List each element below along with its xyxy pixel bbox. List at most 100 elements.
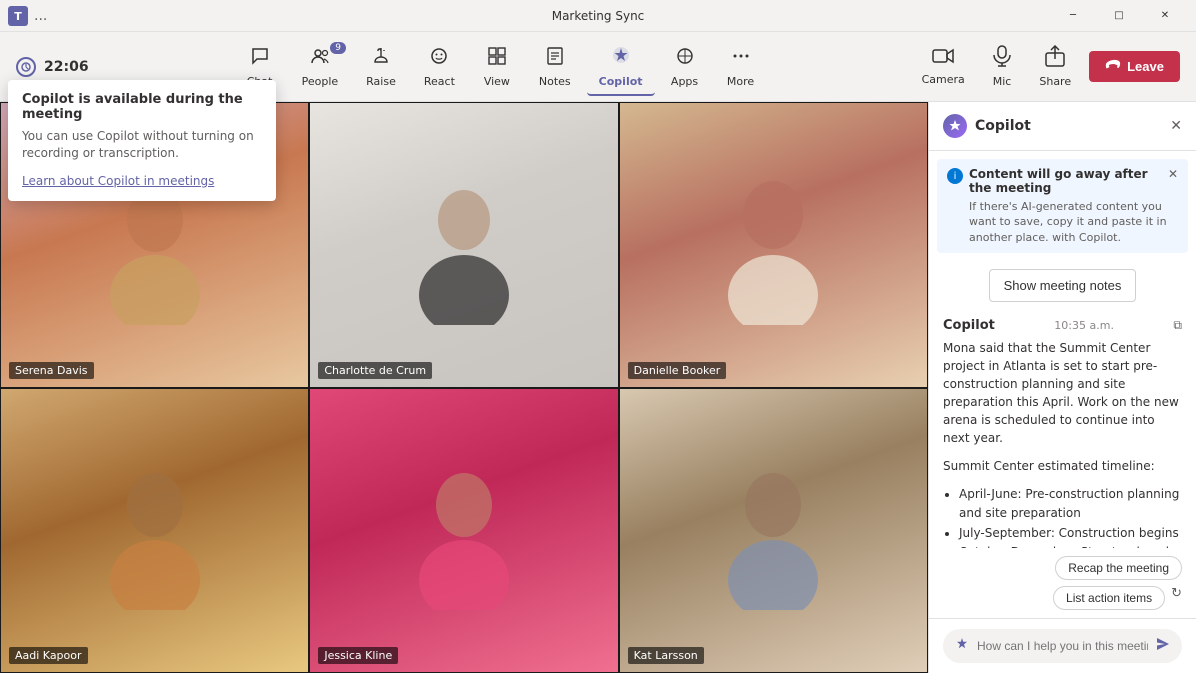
copilot-tooltip-text: You can use Copilot without turning on r…: [22, 128, 262, 162]
chat-icon: [250, 46, 270, 71]
message-text-2: Summit Center estimated timeline:: [943, 457, 1182, 475]
chat-input-wrapper: [943, 629, 1182, 663]
camera-icon: [932, 47, 954, 69]
video-cell-charlotte: Charlotte de Crum: [309, 102, 618, 388]
message-header: Copilot 10:35 a.m. ⧉: [943, 318, 1182, 333]
people-button[interactable]: People 9: [290, 40, 351, 94]
toolbar-right: Camera Mic Share Leave: [912, 39, 1180, 94]
title-bar: T ... Marketing Sync ─ □ ✕: [0, 0, 1196, 32]
message-time: 10:35 a.m.: [1054, 319, 1114, 332]
people-badge: 9: [330, 42, 346, 54]
react-button[interactable]: React: [412, 40, 467, 94]
raise-icon: [371, 46, 391, 71]
maximize-button[interactable]: □: [1096, 0, 1142, 32]
more-button[interactable]: More: [715, 40, 767, 94]
view-button[interactable]: View: [471, 40, 523, 94]
participant-name-kat: Kat Larsson: [628, 647, 704, 664]
close-button[interactable]: ✕: [1142, 0, 1188, 32]
leave-phone-icon: [1105, 59, 1121, 74]
participant-name-serena: Serena Davis: [9, 362, 94, 379]
list-action-items-button[interactable]: List action items: [1053, 586, 1165, 610]
info-banner-header: i Content will go away after the meeting…: [947, 167, 1178, 195]
participant-name-charlotte: Charlotte de Crum: [318, 362, 432, 379]
apps-button[interactable]: Apps: [659, 40, 711, 94]
copilot-label: Copilot: [599, 75, 643, 88]
main-content: Serena Davis Charlotte de Crum Danielle …: [0, 102, 1196, 673]
copilot-button[interactable]: Copilot: [587, 38, 655, 96]
people-label: People: [302, 75, 339, 88]
copilot-input-icon: [955, 637, 969, 655]
toolbar-left: 22:06: [16, 57, 89, 77]
raise-label: Raise: [366, 75, 396, 88]
chat-messages: Copilot 10:35 a.m. ⧉ Mona said that the …: [929, 310, 1196, 548]
copy-button[interactable]: ⧉: [1173, 318, 1182, 333]
send-button[interactable]: [1156, 637, 1170, 655]
recap-meeting-button[interactable]: Recap the meeting: [1055, 556, 1182, 580]
show-meeting-notes-button[interactable]: Show meeting notes: [989, 269, 1137, 302]
copilot-panel-header: Copilot ✕: [929, 102, 1196, 151]
refresh-suggestions-button[interactable]: ↻: [1171, 586, 1182, 610]
mic-label: Mic: [993, 75, 1012, 88]
view-icon: [487, 46, 507, 71]
suggested-actions: Recap the meeting List action items ↻: [929, 548, 1196, 618]
notes-button[interactable]: Notes: [527, 40, 583, 94]
more-label: More: [727, 75, 754, 88]
meeting-title: Marketing Sync: [552, 9, 645, 23]
list-item-2: July-September: Construction begins: [959, 524, 1182, 543]
video-cell-jessica: Jessica Kline: [309, 388, 618, 673]
video-cell-danielle: Danielle Booker: [619, 102, 928, 388]
camera-label: Camera: [922, 73, 965, 86]
mic-icon: [993, 45, 1011, 71]
copilot-avatar: [943, 114, 967, 138]
copilot-panel: Copilot ✕ i Content will go away after t…: [928, 102, 1196, 673]
info-banner-title: Content will go away after the meeting: [969, 167, 1162, 195]
react-label: React: [424, 75, 455, 88]
mic-button[interactable]: Mic: [983, 39, 1022, 94]
copilot-icon: [610, 44, 632, 71]
copilot-tooltip-title: Copilot is available during the meeting: [22, 92, 262, 122]
message-text-1: Mona said that the Summit Center project…: [943, 339, 1182, 447]
apps-label: Apps: [671, 75, 698, 88]
copilot-panel-title: Copilot: [975, 118, 1031, 134]
title-bar-left: T ...: [8, 6, 47, 26]
share-button[interactable]: Share: [1029, 39, 1081, 94]
notes-label: Notes: [539, 75, 571, 88]
chat-input-field[interactable]: [977, 639, 1148, 653]
status-icon: [16, 57, 36, 77]
copilot-learn-link[interactable]: Learn about Copilot in meetings: [22, 174, 214, 188]
camera-button[interactable]: Camera: [912, 41, 975, 92]
svg-text:T: T: [14, 10, 22, 23]
copilot-tooltip: Copilot is available during the meeting …: [8, 80, 276, 201]
info-banner-text: If there's AI-generated content you want…: [947, 199, 1178, 245]
share-icon: [1045, 45, 1065, 71]
info-banner: i Content will go away after the meeting…: [937, 159, 1188, 253]
share-label: Share: [1039, 75, 1071, 88]
leave-button[interactable]: Leave: [1089, 51, 1180, 82]
raise-button[interactable]: Raise: [354, 40, 408, 94]
people-icon: [310, 46, 330, 71]
video-cell-kat: Kat Larsson: [619, 388, 928, 673]
leave-label: Leave: [1127, 59, 1164, 74]
window-controls: ─ □ ✕: [1050, 0, 1188, 32]
react-icon: [429, 46, 449, 71]
video-cell-aadi: Aadi Kapoor: [0, 388, 309, 673]
participant-name-jessica: Jessica Kline: [318, 647, 398, 664]
info-icon: i: [947, 168, 963, 184]
apps-icon: [675, 46, 695, 71]
toolbar-center: Chat People 9 Raise: [234, 38, 767, 96]
message-sender: Copilot: [943, 318, 995, 333]
copilot-close-button[interactable]: ✕: [1170, 118, 1182, 134]
teams-logo-icon: T: [8, 6, 28, 26]
message-list: April-June: Pre-construction planning an…: [943, 485, 1182, 548]
chat-input-area: [929, 618, 1196, 673]
title-bar-dots[interactable]: ...: [34, 8, 47, 24]
list-item-1: April-June: Pre-construction planning an…: [959, 485, 1182, 523]
copilot-header-left: Copilot: [943, 114, 1031, 138]
info-banner-close[interactable]: ✕: [1168, 167, 1178, 181]
participant-name-aadi: Aadi Kapoor: [9, 647, 88, 664]
notes-icon: [545, 46, 565, 71]
participant-name-danielle: Danielle Booker: [628, 362, 727, 379]
view-label: View: [484, 75, 510, 88]
minimize-button[interactable]: ─: [1050, 0, 1096, 32]
more-icon: [731, 46, 751, 71]
